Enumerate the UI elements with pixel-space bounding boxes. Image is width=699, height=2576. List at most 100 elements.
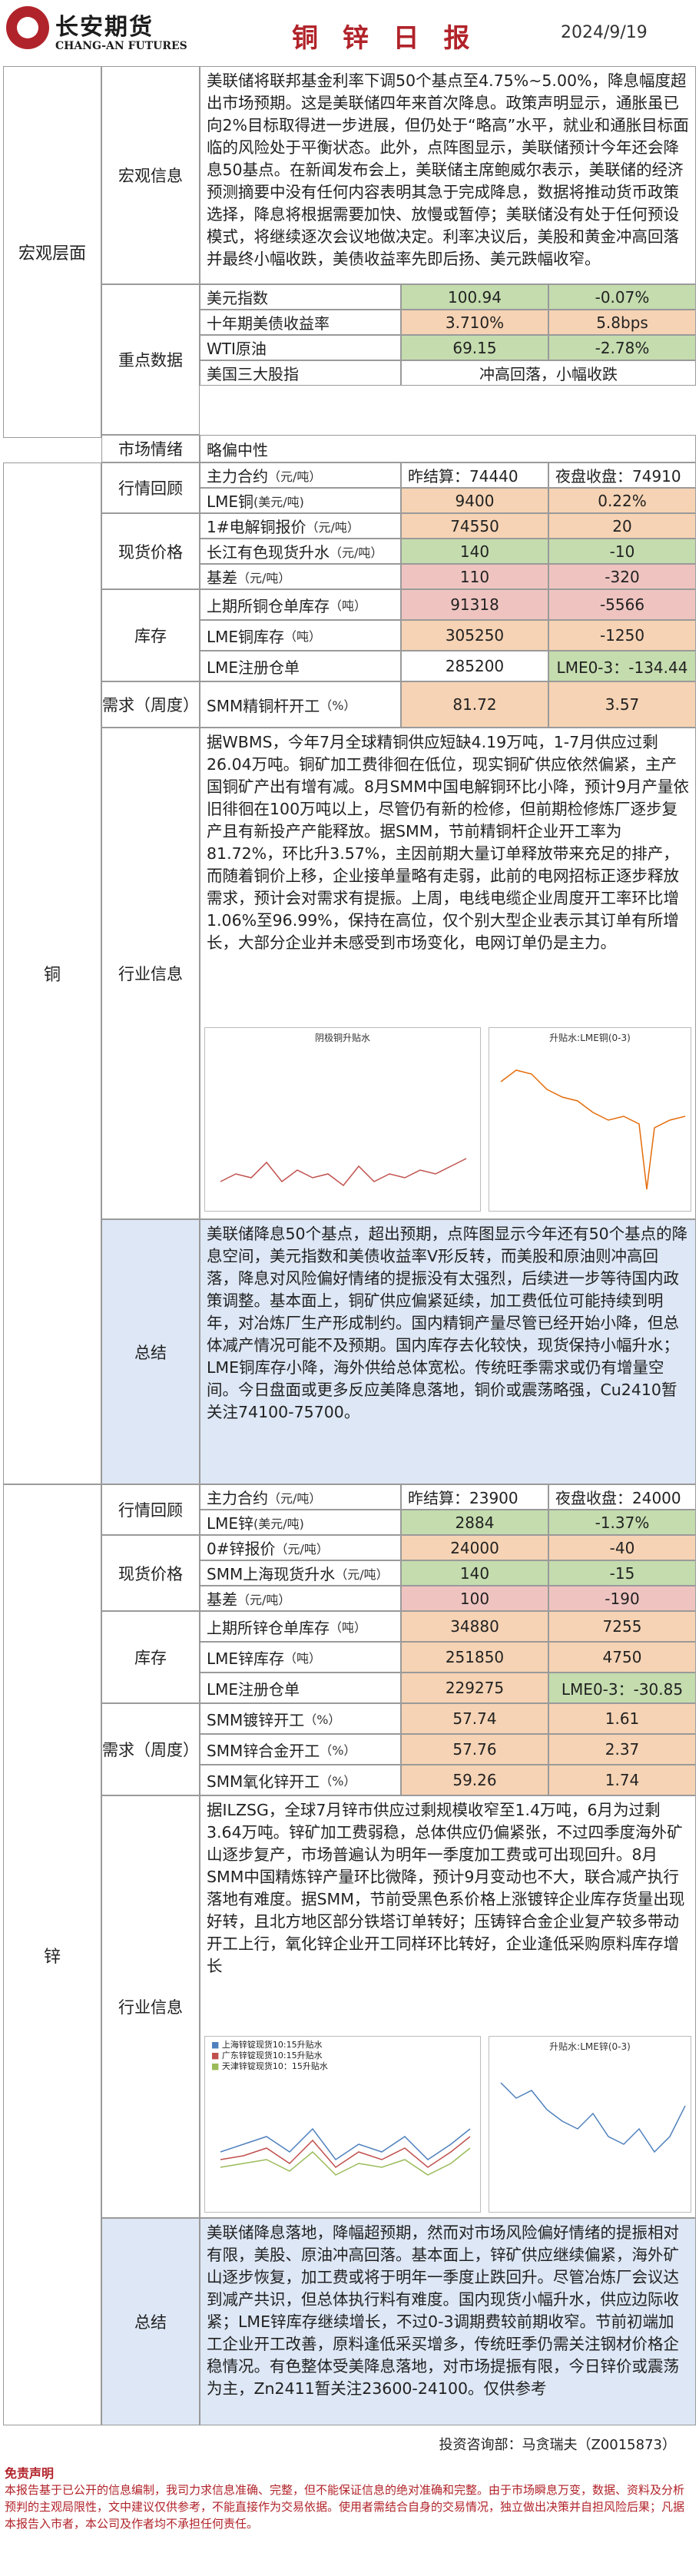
consultant-line: 投资咨询部：马贪瑞夫（Z0015873）	[439, 2437, 677, 2453]
zn-row-name: LME锌 (美元/吨)	[200, 1510, 401, 1535]
macro-info-text: 美联储将联邦基金利率下调50个基点至4.75%~5.00%，降息幅度超出市场预期…	[200, 66, 696, 284]
key-row-name: WTI原油	[200, 335, 401, 360]
cu-row-v1: 305250	[401, 620, 548, 651]
cu-row-v1: 74550	[401, 513, 548, 539]
zn-summary-text: 美联储降息落地，降幅超预期，然而对市场风险偏好情绪的提振相对有限，美股、原油冲高…	[200, 2218, 696, 2425]
zn-row-unit: （吨）	[330, 1620, 367, 1635]
cu-row-v2: 夜盘收盘：74910	[548, 462, 696, 488]
zn-legend-label: 广东锌锭现货10:15升贴水	[221, 2051, 323, 2060]
cu-stock-label: 库存	[101, 589, 200, 681]
zn-row-name: 基差 （元/吨）	[200, 1586, 401, 1611]
cu-row-v1: 110	[401, 564, 548, 589]
zn-row-unit: （%）	[320, 1774, 356, 1789]
zn-row-name-text: 上期所锌仓单库存	[207, 1618, 330, 1637]
key-row-v2: -2.78%	[548, 335, 696, 360]
zn-row-unit: （元/吨）	[335, 1566, 389, 1582]
zn-row-v2: 夜盘收盘：24000	[548, 1484, 696, 1510]
cu-row-name: 基差 （元/吨）	[200, 564, 401, 589]
cu-quote-label: 行情回顾	[101, 462, 200, 513]
cu-row-v2: -320	[548, 564, 696, 589]
key-row-v1: 3.710%	[401, 310, 548, 335]
zn-row-v2: 1.61	[548, 1703, 696, 1734]
zn-row-v1: 57.76	[401, 1734, 548, 1765]
cu-summary-text: 美联储降息50个基点，超出预期，点阵图显示今年还有50个基点的降息空间，美元指数…	[200, 1219, 696, 1484]
cu-row-name-text: 主力合约	[207, 467, 268, 486]
report-date: 2024/9/19	[561, 23, 648, 42]
report-header: 长安期货 CHANG-AN FUTURES 铜 锌 日 报 2024/9/19	[0, 0, 699, 66]
zn-chart-lme-spread: 升贴水:LME锌(0-3)	[489, 2036, 691, 2213]
cu-row-v1: 91318	[401, 589, 548, 620]
cu-row-name-text: SMM精铜杆开工	[207, 696, 320, 715]
key-row-v2: -0.07%	[548, 284, 696, 310]
zn-row-name-text: LME锌	[207, 1514, 254, 1533]
zn-row-name-text: SMM锌合金开工	[207, 1741, 320, 1760]
zn-row-v2: LME0-3：-30.85	[548, 1673, 696, 1703]
zn-row-name-text: SMM上海现货升水	[207, 1565, 336, 1583]
cu-row-name: SMM精铜杆开工 （%）	[200, 681, 401, 728]
zn-row-name-text: 基差	[207, 1590, 237, 1609]
macro-mood-value: 略偏中性	[200, 435, 696, 462]
cu-row-name-text: 基差	[207, 569, 237, 587]
macro-mood-label: 市场情绪	[101, 435, 200, 462]
zn-row-v2: 1.74	[548, 1765, 696, 1795]
zn-legend-item: ■ 天津锌锭现货10：15升贴水	[211, 2061, 328, 2071]
zn-industry-paragraph: 据ILZSG，全球7月锌市供应过剩规模收窄至1.4万吨，6月为过剩3.64万吨。…	[207, 1801, 685, 1975]
key-row-v1: 冲高回落，小幅收跌	[401, 360, 696, 386]
zn-chart1-line-guangdong	[220, 2136, 471, 2168]
zn-row-v2: -1.37%	[548, 1510, 696, 1535]
zn-industry-label: 行业信息	[101, 1795, 200, 2218]
zn-row-v1: 24000	[401, 1535, 548, 1560]
zn-row-v1: 2884	[401, 1510, 548, 1535]
cu-row-unit: （元/吨）	[306, 519, 359, 535]
zn-row-v1: 34880	[401, 1611, 548, 1642]
cu-row-name: LME注册仓单	[200, 651, 401, 681]
zn-row-name-text: SMM镀锌开工	[207, 1710, 305, 1729]
cu-chart-lme-spread: 升贴水:LME铜(0-3)	[489, 1027, 691, 1212]
zn-row-v2: 4750	[548, 1642, 696, 1673]
zn-row-name: SMM镀锌开工 （%）	[200, 1703, 401, 1734]
zn-legend-item: ■ 广东锌锭现货10:15升贴水	[211, 2051, 323, 2060]
cu-row-v2: 0.22%	[548, 488, 696, 513]
cu-spot-label: 现货价格	[101, 513, 200, 589]
zn-row-name-text: LME锌库存	[207, 1649, 285, 1668]
cu-row-v2: -10	[548, 539, 696, 564]
cu-row-unit: (美元/吨)	[253, 494, 304, 509]
cu-row-name-text: LME铜	[207, 492, 254, 511]
section-copper: 铜	[3, 462, 101, 1484]
zn-row-v2: -190	[548, 1586, 696, 1611]
zn-legend-label: 天津锌锭现货10：15升贴水	[221, 2061, 328, 2071]
zn-legend-item: ■ 上海锌锭现货10:15升贴水	[211, 2040, 323, 2050]
cu-row-v2: LME0-3：-134.44	[548, 651, 696, 681]
cu-row-name: 主力合约 （元/吨）	[200, 462, 401, 488]
cu-row-unit: （%）	[320, 698, 356, 713]
company-logo: 长安期货 CHANG-AN FUTURES	[6, 6, 198, 61]
zn-row-name-text: 0#锌报价	[207, 1540, 276, 1558]
zn-row-unit: （元/吨）	[268, 1490, 322, 1506]
zn-row-v1: 229275	[401, 1673, 548, 1703]
cu-row-v1: 昨结算：74440	[401, 462, 548, 488]
zn-row-unit: （%）	[304, 1712, 341, 1727]
logo-en-text: CHANG-AN FUTURES	[55, 40, 187, 52]
zn-row-v2: -40	[548, 1535, 696, 1560]
cu-row-name: 长江有色现货升水 （元/吨）	[200, 539, 401, 564]
cu-chart-cathode-premium: 阴极铜升贴水	[204, 1027, 481, 1212]
disclaimer-title: 免责声明	[5, 2466, 55, 2481]
cu-row-v2: -5566	[548, 589, 696, 620]
zn-chart2-title: 升贴水:LME锌(0-3)	[549, 2041, 631, 2052]
cu-chart1-title: 阴极铜升贴水	[314, 1033, 370, 1043]
cu-row-v1: 285200	[401, 651, 548, 681]
zn-row-v1: 57.74	[401, 1703, 548, 1734]
zn-chart-spot-premium: ■ 上海锌锭现货10:15升贴水 ■ 广东锌锭现货10:15升贴水 ■ 天津锌锭…	[204, 2036, 481, 2213]
logo-cn-text: 长安期货	[55, 14, 154, 41]
key-row-v1: 69.15	[401, 335, 548, 360]
cu-row-v2: 20	[548, 513, 696, 539]
cu-summary-label: 总结	[101, 1219, 200, 1484]
zn-row-unit: (美元/吨)	[253, 1516, 304, 1531]
cu-row-name-text: 1#电解铜报价	[207, 518, 306, 536]
zn-row-v1: 昨结算：23900	[401, 1484, 548, 1510]
cu-industry-paragraph: 据WBMS，今年7月全球精铜供应短缺4.19万吨，1-7月供应过剩26.04万吨…	[207, 733, 689, 952]
zn-stock-label: 库存	[101, 1611, 200, 1703]
cu-row-name-text: LME注册仓单	[207, 658, 300, 677]
key-row-v2: 5.8bps	[548, 310, 696, 335]
key-row-name: 十年期美债收益率	[200, 310, 401, 335]
